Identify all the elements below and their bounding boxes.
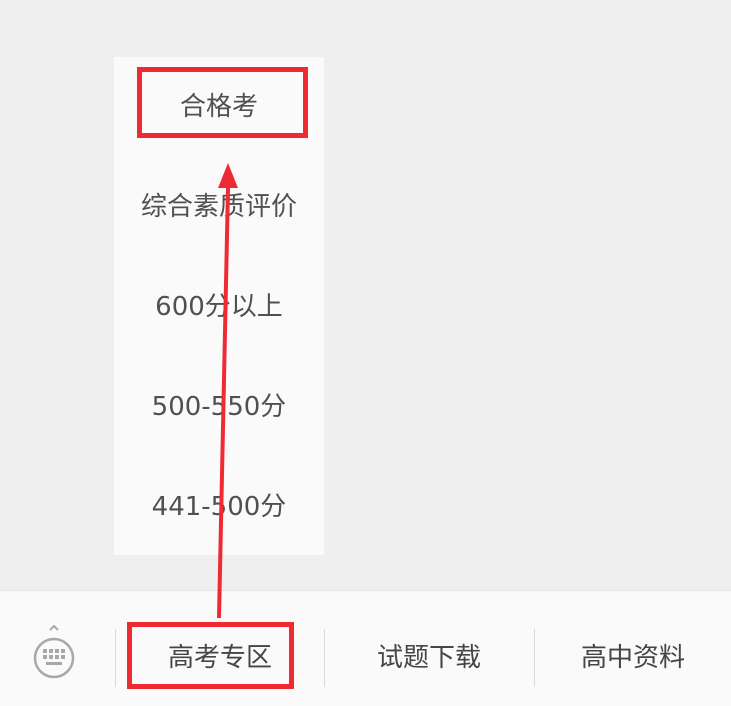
submenu-item-441-500[interactable]: 441-500分 bbox=[114, 477, 324, 537]
keyboard-toggle-button[interactable] bbox=[28, 624, 80, 679]
submenu-item-500-550[interactable]: 500-550分 bbox=[114, 377, 324, 437]
keyboard-icon bbox=[33, 624, 75, 679]
tab-gaokao-zone[interactable]: 高考专区 bbox=[116, 627, 324, 689]
submenu-item-600-above[interactable]: 600分以上 bbox=[114, 277, 324, 337]
tab-highschool-materials[interactable]: 高中资料 bbox=[535, 627, 731, 689]
submenu-item-hegekao[interactable]: 合格考 bbox=[114, 77, 324, 137]
bottom-menu-bar: 高考专区 试题下载 高中资料 bbox=[0, 590, 731, 706]
submenu-item-zonghe-suzhi[interactable]: 综合素质评价 bbox=[114, 177, 324, 237]
tab-exam-download[interactable]: 试题下载 bbox=[325, 627, 533, 689]
popup-submenu: 合格考 综合素质评价 600分以上 500-550分 441-500分 bbox=[114, 57, 324, 555]
